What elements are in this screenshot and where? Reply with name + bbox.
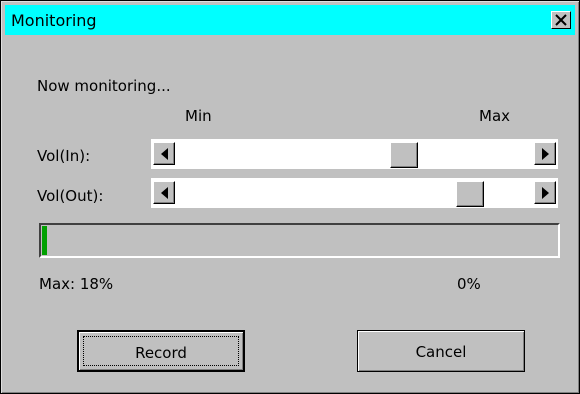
vol-out-left-button[interactable]	[153, 181, 175, 204]
vol-in-right-button[interactable]	[534, 142, 556, 165]
close-icon	[555, 14, 567, 26]
arrow-left-icon	[161, 187, 168, 199]
vol-in-slider[interactable]	[151, 139, 558, 169]
vol-in-left-button[interactable]	[153, 142, 175, 165]
vol-in-thumb[interactable]	[390, 142, 419, 168]
record-button-label: Record	[135, 344, 187, 362]
arrow-left-icon	[161, 148, 168, 160]
vol-out-right-button[interactable]	[534, 181, 556, 204]
status-text: Now monitoring...	[37, 77, 171, 95]
vol-out-thumb[interactable]	[456, 181, 485, 207]
vol-out-slider[interactable]	[151, 178, 558, 208]
max-level-text: Max: 18%	[39, 275, 114, 293]
title-bar: Monitoring	[5, 5, 575, 35]
arrow-right-icon	[542, 148, 549, 160]
window-title: Monitoring	[11, 11, 97, 30]
arrow-right-icon	[542, 187, 549, 199]
current-level-text: 0%	[457, 275, 481, 293]
level-meter-fill	[42, 226, 48, 255]
scale-max-label: Max	[479, 107, 511, 125]
vol-in-label: Vol(In):	[37, 147, 91, 165]
monitoring-dialog: Monitoring Now monitoring... Min Max Vol…	[0, 0, 580, 394]
close-button[interactable]	[551, 11, 571, 29]
level-meter	[39, 223, 560, 258]
cancel-button[interactable]: Cancel	[357, 330, 525, 372]
scale-min-label: Min	[185, 107, 212, 125]
record-button[interactable]: Record	[77, 330, 245, 372]
vol-out-label: Vol(Out):	[37, 187, 104, 205]
cancel-button-label: Cancel	[415, 343, 467, 361]
